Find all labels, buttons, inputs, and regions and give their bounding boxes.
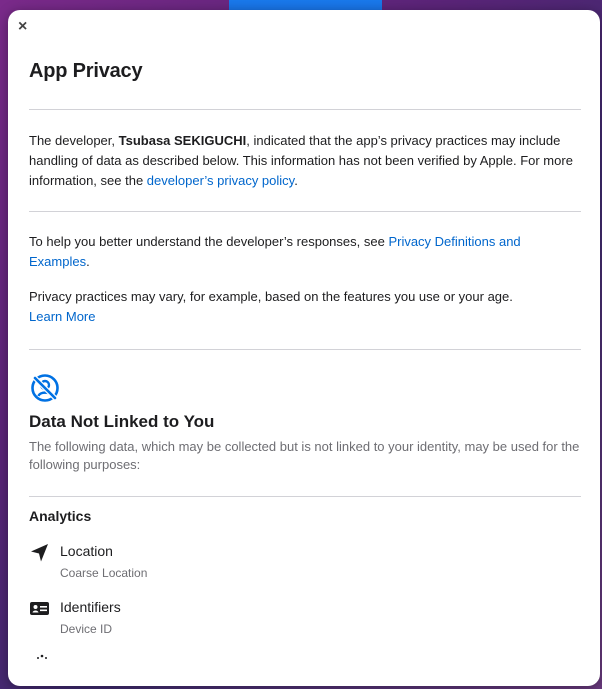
section-description: The following data, which may be collect… [29,439,580,472]
data-item-name: Location [60,543,113,559]
purpose-analytics: Analytics [29,508,92,524]
intro-text: The developer, Tsubasa SEKIGUCHI, indica… [29,133,573,188]
practices-text: Privacy practices may vary, for example,… [29,289,513,324]
developer-name: Tsubasa SEKIGUCHI [118,133,247,148]
privacy-policy-link[interactable]: developer’s privacy policy [147,173,294,188]
data-item-identifiers: Identifiers Device ID [29,598,581,642]
divider [29,109,581,110]
divider [29,349,581,350]
learn-more-link[interactable]: Learn More [29,309,95,324]
help-text: To help you better understand the develo… [29,234,521,269]
data-item-location: Location Coarse Location [29,542,581,586]
page-title: App Privacy [29,60,143,82]
not-linked-icon [29,372,61,404]
app-privacy-sheet: × App Privacy The developer, Tsubasa SEK… [8,10,600,686]
data-item-detail: Device ID [60,622,113,636]
location-arrow-icon [29,542,51,564]
section-title: Data Not Linked to You [29,412,215,431]
data-item-name: Identifiers [60,599,121,615]
close-icon[interactable]: × [18,19,32,35]
divider [29,211,581,212]
divider [29,496,581,497]
scroll-continuation [29,650,581,670]
data-item-detail: Coarse Location [60,566,148,580]
id-card-icon [29,598,51,620]
